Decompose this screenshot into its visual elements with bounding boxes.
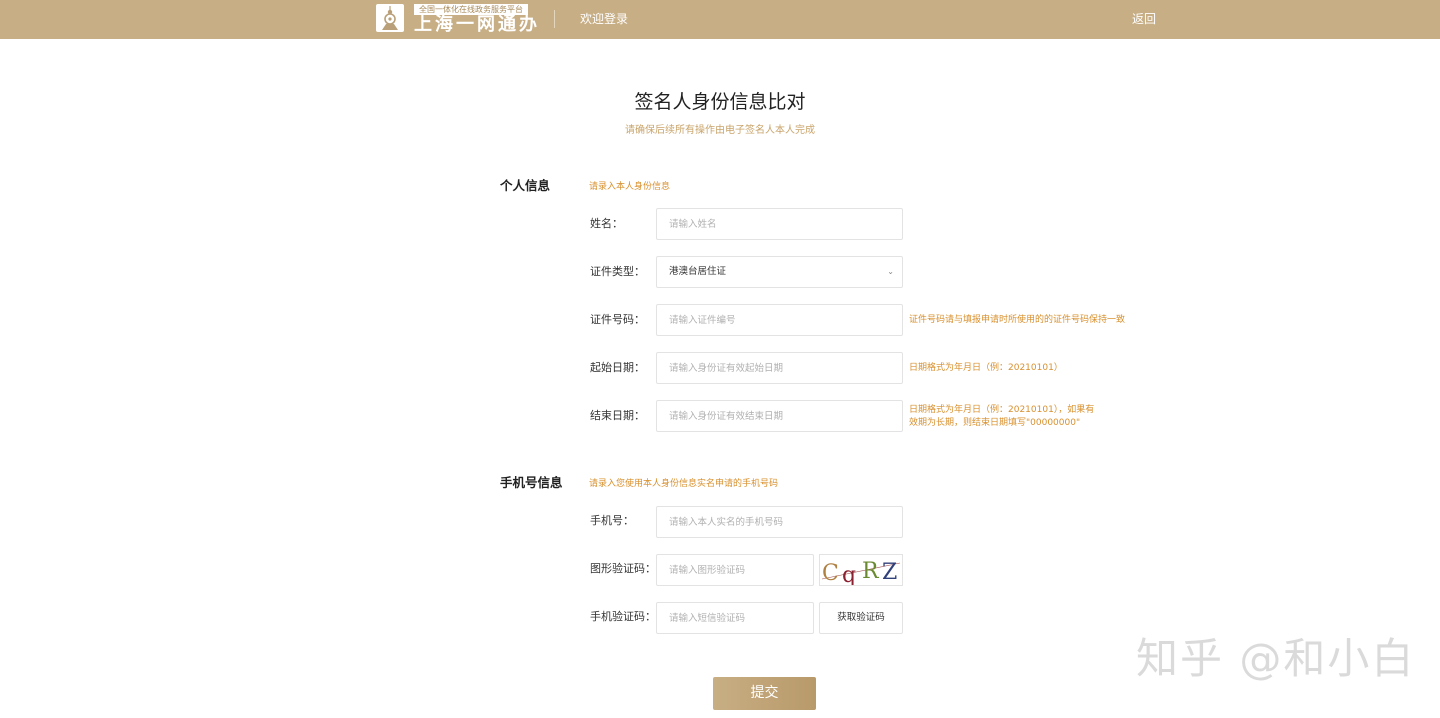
- id-type-label: 证件类型：: [590, 265, 645, 278]
- captcha-char-2: q: [842, 563, 856, 585]
- name-input[interactable]: [656, 208, 903, 240]
- phone-label: 手机号：: [590, 514, 634, 527]
- end-date-input[interactable]: [656, 400, 903, 432]
- phone-section-hint: 请录入您使用本人身份信息实名申请的手机号码: [589, 479, 779, 489]
- id-number-hint: 证件号码请与填报申请时所使用的的证件号码保持一致: [909, 315, 1126, 325]
- captcha-image[interactable]: C q R Z: [819, 554, 903, 588]
- header-divider: [554, 10, 555, 28]
- captcha-char-3: R: [862, 559, 880, 584]
- welcome-text: 欢迎登录: [580, 12, 629, 26]
- watermark-text: 知乎 @和小白: [1136, 634, 1416, 683]
- id-number-label: 证件号码：: [590, 313, 645, 326]
- id-number-input[interactable]: [656, 304, 903, 336]
- start-date-hint: 日期格式为年月日（例：20210101）: [909, 363, 1063, 373]
- captcha-label: 图形验证码：: [590, 562, 656, 575]
- captcha-char-1: C: [822, 561, 839, 585]
- end-date-hint-line2: 效期为长期，则结束日期填写"00000000": [909, 418, 1081, 428]
- start-date-label: 起始日期：: [590, 361, 645, 374]
- id-type-select[interactable]: 港澳台居住证 ⌄: [656, 256, 903, 288]
- sms-code-label: 手机验证码：: [590, 610, 656, 623]
- logo-icon: [376, 4, 404, 32]
- page-title: 签名人身份信息比对: [634, 91, 806, 113]
- captcha-char-4: Z: [882, 560, 897, 585]
- sms-code-input[interactable]: [656, 602, 814, 634]
- personal-section-title: 个人信息: [500, 178, 551, 193]
- start-date-input[interactable]: [656, 352, 903, 384]
- phone-input[interactable]: [656, 506, 903, 538]
- top-header: 全国一体化在线政务服务平台 上海一网通办 欢迎登录 返回: [0, 0, 1440, 39]
- chevron-down-icon: ⌄: [887, 267, 894, 276]
- logo-title: 上海一网通办: [414, 14, 540, 35]
- end-date-hint-line1: 日期格式为年月日（例：20210101），如果有: [909, 405, 1095, 415]
- captcha-input[interactable]: [656, 554, 814, 586]
- submit-button[interactable]: 提交: [713, 677, 816, 710]
- get-sms-code-button[interactable]: 获取验证码: [819, 602, 903, 634]
- end-date-label: 结束日期：: [590, 409, 645, 422]
- name-label: 姓名：: [590, 217, 623, 230]
- phone-section-title: 手机号信息: [500, 475, 563, 490]
- personal-section-hint: 请录入本人身份信息: [589, 182, 671, 192]
- id-type-value: 港澳台居住证: [669, 266, 727, 277]
- page-subtitle: 请确保后续所有操作由电子签名人本人完成: [625, 125, 815, 136]
- back-link[interactable]: 返回: [1132, 11, 1156, 27]
